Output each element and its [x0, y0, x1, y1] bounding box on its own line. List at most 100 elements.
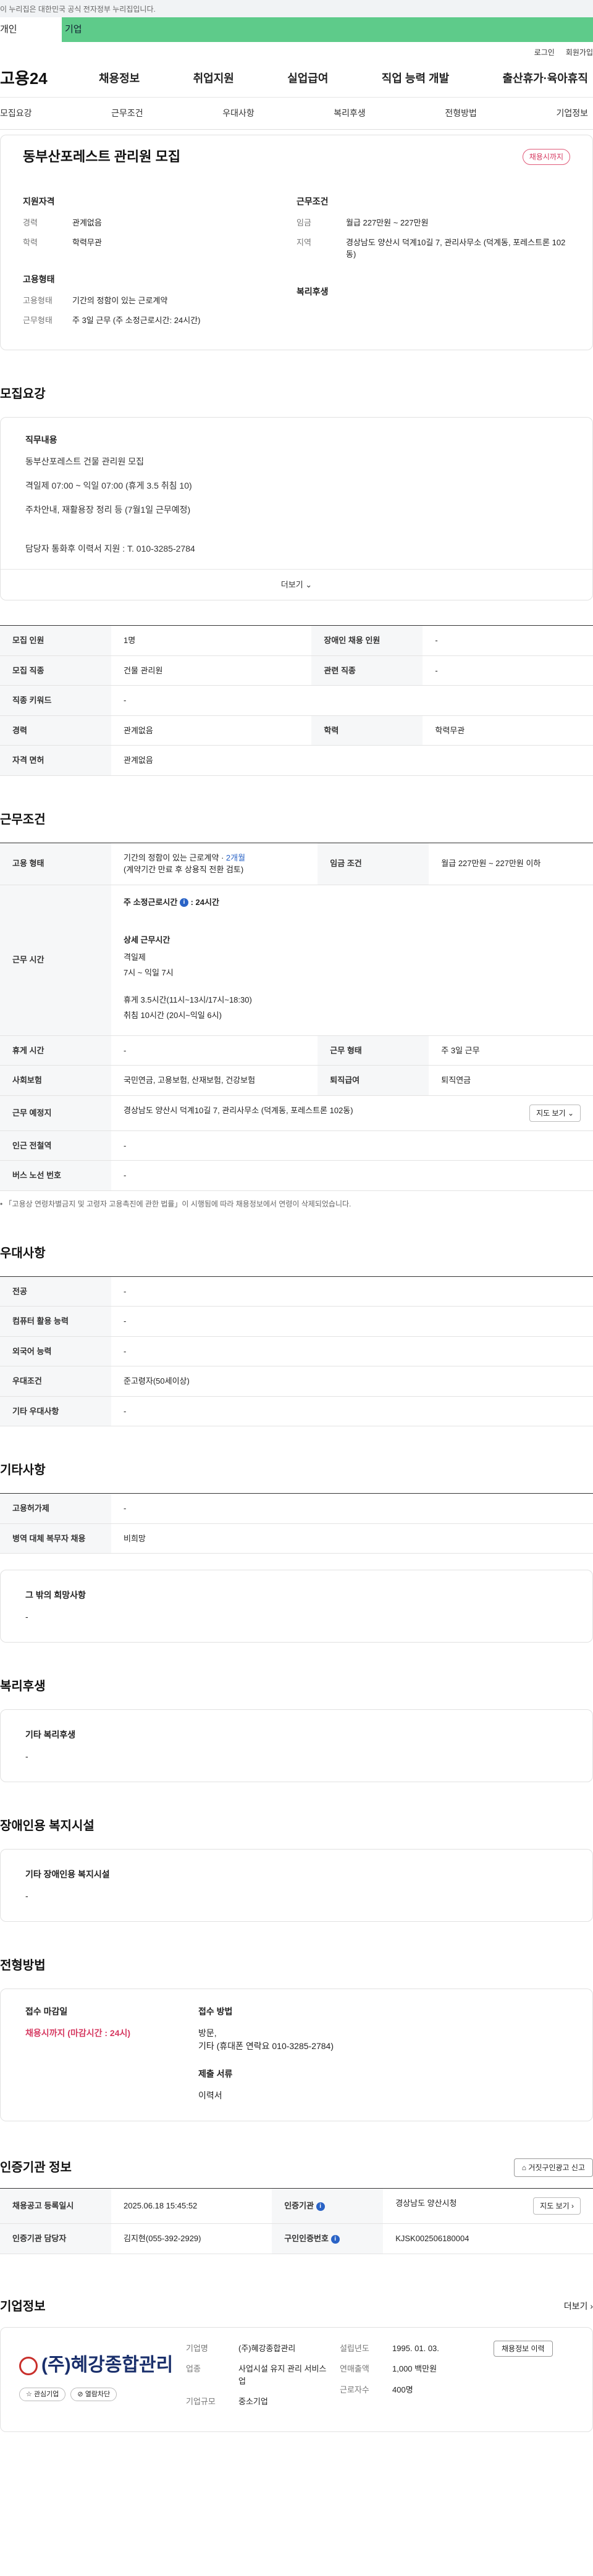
job-summary-card: 동부산포레스트 관리원 모집 채용시까지 지원자격 경력 관계없음 학력 학력무관 … — [0, 135, 593, 350]
recruit-section-title: 모집요강 — [0, 387, 46, 401]
hiring-history-button[interactable]: 채용정보 이력 — [494, 2340, 553, 2357]
table-row: 사회보험 국민연금, 고용보험, 산재보험, 건강보험 퇴직급여 퇴직연금 — [0, 1065, 593, 1096]
table-header: 근무 예정지 — [0, 1095, 111, 1131]
wage-label: 임금 — [296, 218, 311, 227]
weekly-hours-label: 주 소정근로시간 — [124, 897, 178, 907]
table-cell: 관계없음 — [111, 715, 312, 746]
anchor-method[interactable]: 전형방법 — [445, 107, 477, 120]
work-place-value: 경상남도 양산시 덕계10길 7, 관리사무소 (덕계동, 포레스트론 102동… — [124, 1105, 353, 1115]
table-cell: - — [111, 1493, 593, 1524]
company-size-value: 중소기업 — [238, 2397, 268, 2406]
emp-value: 기간의 정함이 있는 근로계약 · — [124, 852, 226, 862]
other-table: 고용허가제 - 병역 대체 복무자 채용 비희망 — [0, 1493, 593, 1554]
preferred-section-title: 우대사항 — [0, 1246, 46, 1260]
anchor-welfare[interactable]: 복리후생 — [334, 107, 366, 120]
anchor-conditions[interactable]: 근무조건 — [111, 107, 143, 120]
map-button[interactable]: 지도 보기 › — [533, 2197, 581, 2215]
login-link[interactable]: 로그인 — [534, 47, 555, 61]
more-label: 더보기 — [280, 579, 303, 589]
industry-value: 사업시설 유지 관리 서비스업 — [238, 2364, 327, 2386]
info-icon[interactable]: i — [316, 2202, 325, 2211]
table-header: 직종 키워드 — [0, 685, 111, 716]
table-row: 채용공고 등록일시 2025.06.18 15:45:52 인증기관 i 경상남… — [0, 2188, 593, 2224]
site-logo[interactable]: 고용24 — [0, 67, 99, 91]
disability-section-title: 장애인용 복지시설 — [0, 1819, 95, 1833]
table-header: 고용허가제 — [0, 1493, 111, 1524]
status-badge: 채용시까지 — [522, 148, 570, 165]
emp-type-label: 고용형태 — [23, 296, 53, 305]
tab-company[interactable]: 기업 — [62, 17, 593, 42]
gov-banner: 이 누리집은 대한민국 공식 전자정부 누리집입니다. — [0, 0, 593, 17]
gnb-parental-leave[interactable]: 출산휴가·육아휴직 — [503, 70, 588, 87]
tab-person[interactable]: 개인 — [0, 17, 62, 42]
more-button[interactable]: 더보기 ⌄ — [1, 569, 592, 600]
gnb-employment-support[interactable]: 취업지원 — [193, 70, 234, 87]
conditions-section-title: 근무조건 — [0, 812, 46, 827]
table-header: 관련 직종 — [311, 655, 423, 686]
table-header: 병역 대체 복무자 채용 — [0, 1523, 111, 1554]
staff-value: 400명 — [392, 2384, 413, 2394]
table-header: 사회보험 — [0, 1065, 111, 1096]
interest-company-button[interactable]: ☆ 관심기업 — [19, 2387, 66, 2401]
gnb-unemployment-benefit[interactable]: 실업급여 — [287, 70, 328, 87]
deadline-value: 채용시까지 (마감시간 : 24시) — [25, 2028, 131, 2038]
table-row: 근무 시간 주 소정근로시간 i : 24시간 상세 근무시간 격일제 7시 ~… — [0, 885, 593, 1036]
detail-hours-title: 상세 근무시간 — [124, 935, 170, 945]
employment-type-label: 고용형태 — [23, 274, 55, 284]
job-title: 동부산포레스트 관리원 모집 — [23, 149, 181, 164]
duty-line: 담당자 통화후 이력서 지원 : T. 010-3285-2784 — [25, 544, 195, 554]
career-label: 경력 — [23, 218, 38, 227]
table-cell: 경상남도 양산시 덕계10길 7, 관리사무소 (덕계동, 포레스트론 102동… — [111, 1095, 593, 1131]
star-icon: ☆ — [26, 2390, 32, 2398]
signup-link[interactable]: 회원가입 — [566, 47, 593, 61]
detail-hours-line: 취침 10시간 (20시~익일 6시) — [124, 1011, 222, 1020]
table-row: 외국어 능력 - — [0, 1336, 593, 1366]
gnb-jobs[interactable]: 채용정보 — [99, 70, 140, 87]
emp-type-value: 기간의 정함이 있는 근로계약 — [72, 296, 168, 305]
emp-value-note: (계약기간 만료 후 상용직 전환 검토) — [124, 865, 244, 874]
table-cell: 기간의 정함이 있는 근로계약 · 2개월 (계약기간 만료 후 상용직 전환 … — [111, 843, 318, 885]
method-card: 접수 마감일 채용시까지 (마감시간 : 24시) 접수 방법 방문, 기타 (… — [0, 1989, 593, 2121]
info-icon[interactable]: i — [330, 2234, 340, 2244]
table-cell: - — [111, 1276, 593, 1307]
table-cell: - — [423, 625, 593, 656]
table-row: 컴퓨터 활용 능력 - — [0, 1306, 593, 1337]
age-note-text: 「고용상 연령차별금지 및 고령자 고용촉진에 관한 법률」이 시행됨에 따라 … — [4, 1199, 351, 1208]
map-button[interactable]: 지도 보기 ⌄ — [529, 1104, 581, 1122]
table-header: 모집 인원 — [0, 625, 111, 656]
block-label: 열람차단 — [85, 2390, 111, 2398]
table-header: 퇴직급여 — [318, 1065, 429, 1096]
table-header: 외국어 능력 — [0, 1336, 111, 1366]
table-row: 고용 형태 기간의 정함이 있는 근로계약 · 2개월 (계약기간 만료 후 상… — [0, 843, 593, 885]
gnb-skill-development[interactable]: 직업 능력 개발 — [382, 70, 449, 87]
report-fake-ad-button[interactable]: ⌂ 거짓구인광고 신고 — [513, 2158, 593, 2177]
company-size-label: 기업규모 — [186, 2397, 216, 2406]
table-cell: - — [111, 1160, 593, 1191]
util-menu: 로그인 회원가입 — [0, 42, 593, 61]
table-row: 휴게 시간 - 근무 형태 주 3일 근무 — [0, 1035, 593, 1066]
table-cell: 준고령자(50세이상) — [111, 1366, 593, 1397]
detail-hours-line: 7시 ~ 익일 7시 — [124, 968, 174, 977]
anchor-preferred[interactable]: 우대사항 — [222, 107, 254, 120]
table-header: 구인인증번호 i — [272, 2223, 384, 2254]
interest-label: 관심기업 — [33, 2390, 59, 2398]
age-note: • 「고용상 연령차별금지 및 고령자 고용촉진에 관한 법률」이 시행됨에 따… — [0, 1199, 351, 1208]
table-cell: - — [423, 655, 593, 686]
table-row: 인근 전철역 - — [0, 1130, 593, 1161]
table-cell: - — [111, 1035, 318, 1066]
preferred-table: 전공 - 컴퓨터 활용 능력 - 외국어 능력 - 우대조건 준고령자(50세이상) 기… — [0, 1276, 593, 1427]
table-cell: 건물 관리원 — [111, 655, 312, 686]
table-row: 경력 관계없음 학력 학력무관 — [0, 715, 593, 746]
cert-table: 채용공고 등록일시 2025.06.18 15:45:52 인증기관 i 경상남… — [0, 2188, 593, 2254]
anchor-recruit[interactable]: 모집요강 — [0, 107, 32, 120]
anchor-company[interactable]: 기업정보 — [556, 107, 588, 120]
extra-wishes-card: 그 밖의 희망사항 - — [0, 1570, 593, 1643]
info-icon[interactable]: i — [179, 898, 188, 907]
company-card: (주)혜강종합관리 ☆ 관심기업 ⊘ 열람차단 기업명 (주)혜강종합관리 업종 사… — [0, 2326, 593, 2432]
block-view-button[interactable]: ⊘ 열람차단 — [70, 2387, 117, 2401]
anchor-tabs: 모집요강 근무조건 우대사항 복리후생 전형방법 기업정보 — [0, 98, 593, 130]
welfare-value: - — [25, 1751, 28, 1761]
company-more-link[interactable]: 더보기 › — [564, 2300, 593, 2313]
table-cell: 김지현(055-392-2929) — [111, 2223, 272, 2254]
contract-period-link[interactable]: 2개월 — [226, 853, 245, 862]
